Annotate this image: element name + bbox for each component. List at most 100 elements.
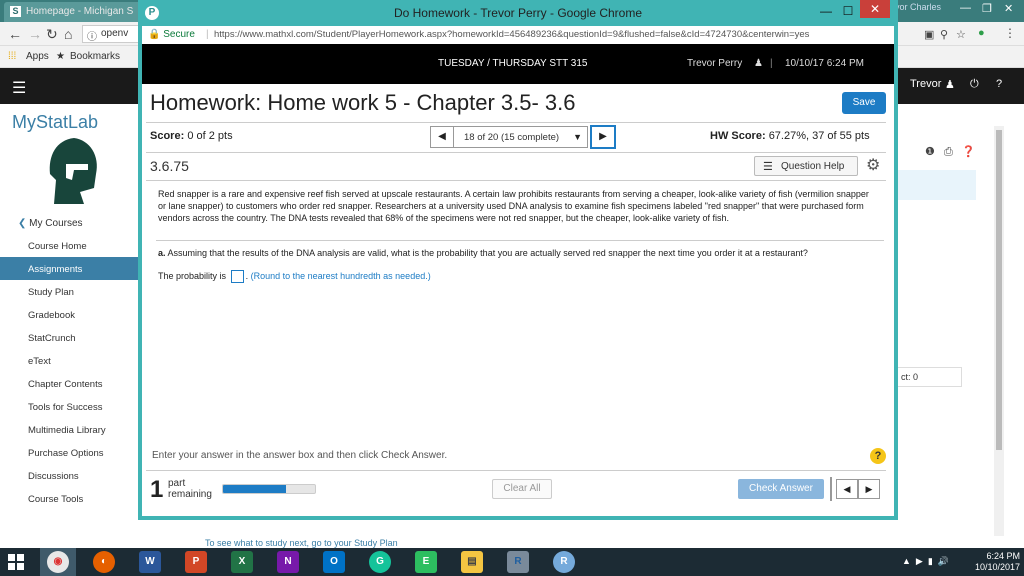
sidebar-item[interactable]: StatCrunch	[0, 326, 140, 349]
help-icon[interactable]: ?	[996, 78, 1002, 90]
word-icon[interactable]: W	[139, 551, 161, 573]
popup-minimize-icon[interactable]: —	[816, 4, 836, 20]
zoom-icon[interactable]: ⚲	[940, 28, 948, 41]
hw-score-label: HW Score:	[710, 130, 766, 142]
background-tab[interactable]: S Homepage - Michigan S	[4, 2, 152, 22]
background-ct-field: ct: 0	[896, 367, 962, 387]
taskbar-clock[interactable]: 6:24 PM 10/10/2017	[962, 551, 1020, 573]
clock-date: 10/10/2017	[974, 562, 1020, 572]
help-circle-icon[interactable]: ❓	[962, 146, 976, 158]
header-divider: |	[770, 58, 773, 69]
my-courses-link[interactable]: ❮ My Courses	[18, 218, 83, 229]
tab-favicon-icon: S	[10, 6, 21, 17]
reload-icon[interactable]: ↻	[46, 26, 58, 43]
answer-hint: (Round to the nearest hundredth as neede…	[250, 270, 431, 281]
popup-address-bar[interactable]: 🔒 Secure | https://www.mathxl.com/Studen…	[142, 26, 894, 44]
course-menu: Course Home Assignments Study Plan Gradeboo…	[0, 234, 140, 510]
power-icon[interactable]: ⏻	[970, 78, 979, 91]
grammarly-extension-icon[interactable]: ●	[978, 27, 985, 39]
chrome-icon[interactable]: ◉	[47, 551, 69, 573]
course-name: TUESDAY / THURSDAY STT 315	[438, 58, 588, 69]
rstudio-icon[interactable]: R	[553, 551, 575, 573]
background-omnibox[interactable]: ⓘ openv	[82, 25, 142, 43]
system-tray[interactable]: ▲ ▶ ▮ 🔊	[902, 556, 949, 567]
sidebar-item[interactable]: Chapter Contents	[0, 372, 140, 395]
previous-part-button[interactable]: ◀	[836, 479, 858, 499]
divider	[830, 477, 832, 501]
help-question-icon[interactable]: ?	[870, 448, 886, 464]
save-button[interactable]: Save	[842, 92, 886, 114]
homework-score: HW Score: 67.27%, 37 of 55 pts	[710, 130, 870, 142]
sidebar-item[interactable]: eText	[0, 349, 140, 372]
sidebar-item[interactable]: Assignments	[0, 257, 140, 280]
next-question-button[interactable]: ▶	[590, 125, 616, 149]
parts-remaining-label: part remaining	[168, 478, 212, 500]
question-score: Score: 0 of 2 pts	[150, 130, 233, 142]
gear-icon[interactable]: ⚙	[866, 155, 880, 175]
header-datetime: 10/10/17 6:24 PM	[785, 58, 864, 69]
parts-progress-bar	[222, 484, 316, 494]
previous-question-button[interactable]: ◀	[430, 126, 454, 148]
apps-bookmark[interactable]: Apps	[26, 51, 49, 62]
powerpoint-icon[interactable]: P	[185, 551, 207, 573]
onenote-icon[interactable]: N	[277, 551, 299, 573]
star-bookmark-icon[interactable]: ☆	[956, 28, 966, 41]
sidebar-item[interactable]: Tools for Success	[0, 395, 140, 418]
print-icon[interactable]: ⎙	[944, 146, 953, 158]
back-arrow-icon[interactable]: ←	[8, 26, 22, 42]
file-explorer-icon[interactable]: ▤	[461, 551, 483, 573]
user-icon: ♟	[754, 58, 763, 69]
homework-popup-window: P Do Homework - Trevor Perry - Google Ch…	[138, 0, 898, 520]
answer-line: The probability is . (Round to the neare…	[158, 270, 431, 283]
sidebar-item[interactable]: Course Home	[0, 234, 140, 257]
next-part-button[interactable]: ▶	[858, 479, 880, 499]
parts-remaining-count: 1	[150, 476, 164, 503]
question-select[interactable]: 18 of 20 (15 complete) ▼	[454, 126, 588, 148]
grammarly-icon[interactable]: G	[369, 551, 391, 573]
close-icon[interactable]: ✕	[1004, 2, 1013, 15]
restore-icon[interactable]: ❐	[982, 2, 992, 15]
excel-icon[interactable]: X	[231, 551, 253, 573]
header-user-name[interactable]: Trevor	[910, 78, 941, 90]
mystatlab-logo: MyStatLab	[12, 112, 99, 132]
question-help-button[interactable]: ☰ Question Help	[754, 156, 858, 176]
popup-close-icon[interactable]: ✕	[860, 0, 890, 18]
hamburger-menu-icon[interactable]: ☰	[12, 78, 26, 98]
part-a-label: a.	[158, 248, 166, 258]
clear-all-button[interactable]: Clear All	[492, 479, 552, 499]
home-icon[interactable]: ⌂	[64, 26, 72, 42]
outlook-icon[interactable]: O	[323, 551, 345, 573]
secure-text: Secure	[163, 29, 195, 40]
sidebar-item[interactable]: Gradebook	[0, 303, 140, 326]
sidebar-item[interactable]: Purchase Options	[0, 441, 140, 464]
info-icon[interactable]: ❶	[925, 146, 935, 158]
sidebar-item[interactable]: Discussions	[0, 464, 140, 487]
student-name: Trevor Perry	[687, 58, 743, 69]
spartan-helmet-icon	[49, 138, 97, 204]
sidebar-item[interactable]: Course Tools	[0, 487, 140, 510]
user-icon: ♟	[945, 79, 955, 91]
minimize-icon[interactable]: —	[960, 2, 971, 14]
problem-statement: Red snapper is a rare and expensive reef…	[158, 189, 869, 223]
bookmarks-folder[interactable]: Bookmarks	[70, 51, 120, 62]
check-answer-button[interactable]: Check Answer	[738, 479, 824, 499]
chrome-menu-icon[interactable]: ⋮	[1004, 26, 1016, 40]
score-value: 0 of 2 pts	[187, 130, 233, 142]
probability-answer-input[interactable]	[230, 270, 244, 283]
popup-url[interactable]: https://www.mathxl.com/Student/PlayerHom…	[214, 29, 809, 40]
sidebar-item[interactable]: Study Plan	[0, 280, 140, 303]
sidebar-item[interactable]: Multimedia Library	[0, 418, 140, 441]
forward-arrow-icon[interactable]: →	[28, 26, 42, 42]
omnibox-text: openv	[101, 28, 129, 39]
scrollbar-thumb[interactable]	[996, 130, 1002, 450]
evernote-icon[interactable]: E	[415, 551, 437, 573]
popup-maximize-icon[interactable]: ☐	[838, 4, 858, 20]
firefox-icon[interactable]: ◐	[93, 551, 115, 573]
homework-title: Homework: Home work 5 - Chapter 3.5- 3.6	[150, 90, 576, 115]
course-header-bar: TUESDAY / THURSDAY STT 315 Trevor Perry …	[142, 44, 894, 84]
windows-start-icon[interactable]	[8, 554, 24, 570]
extension-icon[interactable]: ▣	[924, 28, 934, 41]
study-plan-hint[interactable]: To see what to study next, go to your St…	[205, 538, 398, 548]
popup-title-bar[interactable]: P Do Homework - Trevor Perry - Google Ch…	[138, 0, 898, 26]
r-icon[interactable]: R	[507, 551, 529, 573]
